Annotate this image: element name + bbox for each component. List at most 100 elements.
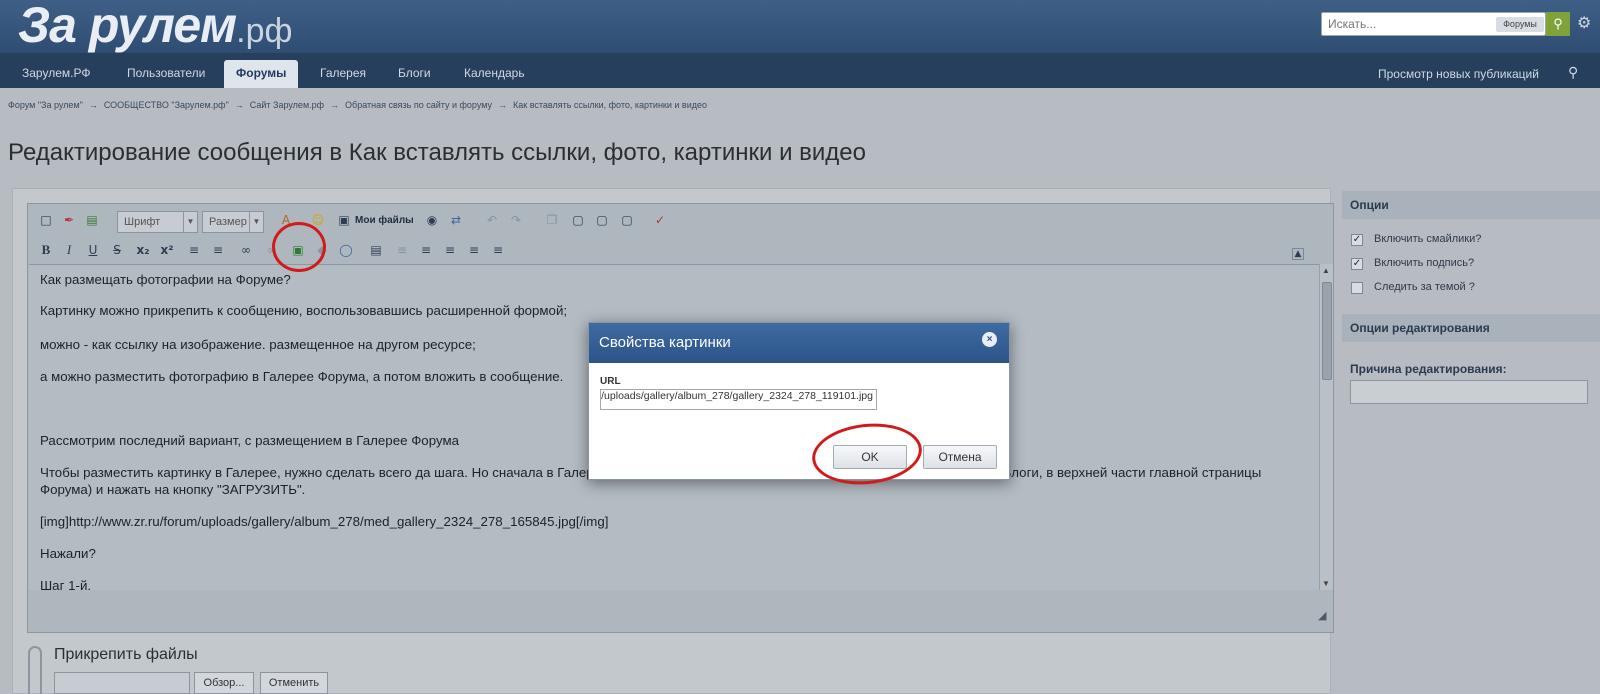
editor-paragraph: Форума) и нажать на кнопку "ЗАГРУЗИТЬ". — [40, 482, 306, 497]
options-heading: Опции — [1342, 191, 1600, 219]
source-icon[interactable]: □ — [38, 212, 54, 228]
dialog-titlebar[interactable]: Свойства картинки × — [589, 323, 1009, 363]
binoculars-icon[interactable]: ◉ — [424, 212, 440, 228]
link-icon[interactable]: ∞ — [238, 242, 254, 258]
site-logo[interactable]: За рулем.рф — [18, 0, 292, 54]
edit-reason-label: Причина редактирования: — [1350, 362, 1507, 376]
editor-paragraph: а можно разместить фотографию в Галерее … — [40, 369, 564, 384]
quote-icon[interactable]: ▤ — [368, 242, 384, 258]
main-nav: Зарулем.РФ Пользователи Форумы Галерея Б… — [0, 53, 1600, 88]
tab-users[interactable]: Пользователи — [115, 60, 217, 88]
new-posts-link[interactable]: Просмотр новых публикаций — [1378, 67, 1539, 81]
annotation-circle — [272, 222, 326, 272]
tab-gallery[interactable]: Галерея — [308, 60, 378, 88]
breadcrumb-item[interactable]: Обратная связь по сайту и форуму — [345, 100, 492, 110]
breadcrumb-arrow-icon: → — [330, 100, 340, 110]
superscript-icon[interactable]: x² — [159, 242, 175, 258]
resize-handle-icon[interactable]: ◢ — [1318, 609, 1326, 622]
undo-icon[interactable]: ↶ — [484, 212, 500, 228]
bulleted-list-icon[interactable]: ≡ — [186, 242, 202, 258]
page-title: Редактирование сообщения в Как вставлять… — [8, 139, 866, 166]
attach-files-title: Прикрепить файлы — [54, 646, 198, 663]
horizontal-rule-icon[interactable]: ▤ — [84, 212, 100, 228]
editor-paragraph: Картинку можно прикрепить к сообщению, в… — [40, 303, 568, 318]
size-select[interactable]: Размер ▼ — [202, 211, 264, 233]
url-input-value: http://www.zr.ru/forum/uploads/gallery/a… — [601, 390, 873, 402]
scroll-thumb[interactable] — [1322, 282, 1332, 380]
editor-scrollbar[interactable]: ▲ ▼ — [1319, 264, 1333, 590]
tab-zarulem[interactable]: Зарулем.РФ — [10, 60, 102, 88]
editor-paragraph: Как размещать фотографии на Форуме? — [40, 272, 291, 287]
tab-blogs[interactable]: Блоги — [386, 60, 443, 88]
font-select[interactable]: Шрифт ▼ — [117, 211, 198, 233]
paperclip-icon — [28, 646, 42, 694]
breadcrumb-arrow-icon: → — [498, 100, 508, 110]
map-pin-icon[interactable]: ⚲ — [1568, 64, 1578, 81]
close-icon[interactable]: × — [982, 332, 997, 347]
font-select-label: Шрифт — [124, 216, 161, 228]
search-button[interactable]: ⚲ — [1546, 12, 1570, 36]
url-label: URL — [600, 376, 621, 387]
edit-options-heading: Опции редактирования — [1342, 314, 1600, 342]
breadcrumb-arrow-icon: → — [88, 100, 98, 110]
redo-icon[interactable]: ↷ — [508, 212, 524, 228]
paste-word-icon[interactable]: ▢ — [619, 212, 635, 228]
chevron-down-icon: ▼ — [249, 212, 263, 232]
paste-text-icon[interactable]: ▢ — [594, 212, 610, 228]
breadcrumb-item[interactable]: Сайт Зарулем.рф — [250, 100, 324, 110]
size-select-label: Размер — [209, 216, 247, 228]
browse-button[interactable]: Обзор... — [194, 672, 254, 694]
breadcrumb: Форум "За рулем" → СООБЩЕСТВО "Зарулем.рф"… — [8, 100, 707, 110]
attach-file-input[interactable] — [54, 672, 190, 694]
checkbox-smilies[interactable]: ✓ — [1351, 234, 1363, 246]
eraser-icon[interactable]: ✒ — [61, 212, 77, 228]
breadcrumb-item[interactable]: СООБЩЕСТВО "Зарулем.рф" — [104, 100, 229, 110]
paste-icon[interactable]: ▢ — [570, 212, 586, 228]
breadcrumb-item[interactable]: Форум "За рулем" — [8, 100, 83, 110]
search-box: Форумы — [1321, 12, 1546, 36]
align-left-icon[interactable]: ≡ — [418, 242, 434, 258]
checkbox-signature[interactable]: ✓ — [1351, 258, 1363, 270]
dialog-title: Свойства картинки — [599, 334, 731, 351]
attach-cancel-button[interactable]: Отменить — [260, 672, 328, 694]
bold-icon[interactable]: B — [38, 242, 54, 258]
replace-icon[interactable]: ⇄ — [448, 212, 464, 228]
subscript-icon[interactable]: x₂ — [135, 242, 151, 258]
cancel-button[interactable]: Отмена — [923, 445, 997, 469]
editor-paragraph: Рассмотрим последний вариант, с размещен… — [40, 433, 459, 448]
tab-forums[interactable]: Форумы — [224, 60, 299, 88]
indent-icon[interactable]: ≡ — [394, 242, 410, 258]
search-input[interactable] — [1322, 13, 1487, 35]
edit-reason-input[interactable] — [1350, 380, 1588, 404]
image-properties-dialog: Свойства картинки × URL http://www.zr.ru… — [588, 322, 1010, 480]
search-icon: ⚲ — [1553, 16, 1563, 31]
numbered-list-icon[interactable]: ≡ — [210, 242, 226, 258]
align-justify-icon[interactable]: ≡ — [490, 242, 506, 258]
checkbox-follow-topic[interactable] — [1351, 282, 1363, 294]
gear-icon[interactable]: ⚙ — [1577, 13, 1591, 33]
collapse-toolbar-icon[interactable]: ▲ — [1292, 248, 1304, 260]
underline-icon[interactable]: U — [85, 242, 101, 258]
tab-calendar[interactable]: Календарь — [452, 60, 537, 88]
url-input[interactable]: http://www.zr.ru/forum/uploads/gallery/a… — [600, 389, 877, 410]
align-center-icon[interactable]: ≡ — [442, 242, 458, 258]
option-label: Включить подпись? — [1374, 257, 1475, 269]
breadcrumb-arrow-icon: → — [234, 100, 244, 110]
option-label: Включить смайлики? — [1374, 233, 1482, 245]
comment-icon[interactable]: ◯ — [338, 242, 354, 258]
editor-paragraph: Шаг 1-й. — [40, 578, 92, 590]
logo-suffix: .рф — [236, 12, 293, 50]
editor-paragraph: [img]http://www.zr.ru/forum/uploads/gall… — [40, 514, 609, 529]
search-scope-selector[interactable]: Форумы — [1496, 17, 1544, 32]
strikethrough-icon[interactable]: S — [109, 242, 125, 258]
files-icon[interactable]: ▣ — [336, 212, 352, 228]
scroll-down-icon[interactable]: ▼ — [1322, 579, 1330, 588]
spellcheck-icon[interactable]: ✓ — [652, 212, 668, 228]
italic-icon[interactable]: I — [61, 242, 77, 258]
align-right-icon[interactable]: ≡ — [466, 242, 482, 258]
my-files-button[interactable]: Мои файлы — [355, 215, 414, 226]
copy-icon[interactable]: ❐ — [544, 212, 560, 228]
scroll-up-icon[interactable]: ▲ — [1322, 266, 1330, 275]
editor-paragraph: можно - как ссылку на изображение. разме… — [40, 337, 476, 352]
breadcrumb-item[interactable]: Как вставлять ссылки, фото, картинки и в… — [513, 100, 707, 110]
